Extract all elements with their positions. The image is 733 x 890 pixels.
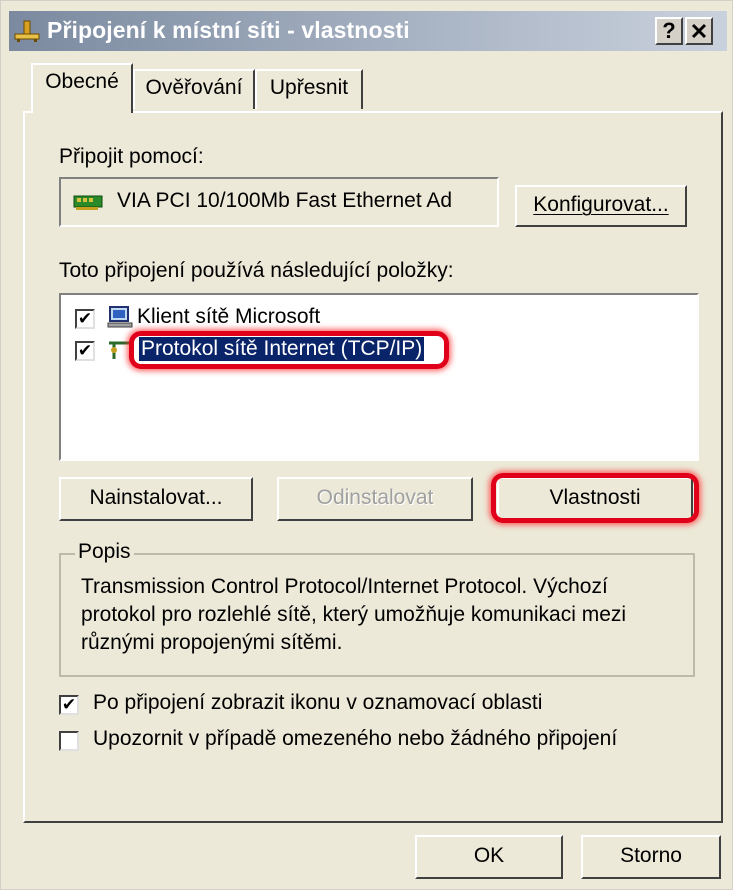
tab-panel-general: Připojit pomocí: VIA PCI 10/100Mb Fast E… <box>23 111 723 823</box>
cancel-button[interactable]: Storno <box>581 835 721 879</box>
uninstall-button[interactable]: Odinstalovat <box>277 477 473 521</box>
tab-advanced[interactable]: Upřesnit <box>255 69 363 109</box>
close-button[interactable] <box>685 17 713 45</box>
show-icon-checkbox[interactable]: ✔ <box>59 695 79 715</box>
network-connection-icon <box>13 19 41 43</box>
configure-button[interactable]: Konfigurovat... <box>515 185 687 227</box>
list-item[interactable]: ✔ Klient sítě Microsoft <box>61 303 661 333</box>
adapter-name: VIA PCI 10/100Mb Fast Ethernet Ad <box>117 189 453 212</box>
properties-button-label: Vlastnosti <box>549 486 641 509</box>
close-icon <box>691 19 707 44</box>
description-text-line3: různými propojenými sítěmi. <box>81 631 343 654</box>
description-text-line1: Transmission Control Protocol/Internet P… <box>81 575 608 598</box>
cancel-button-label: Storno <box>620 844 682 867</box>
client-label: Klient sítě Microsoft <box>137 305 321 328</box>
ok-button[interactable]: OK <box>415 835 563 879</box>
properties-button[interactable]: Vlastnosti <box>497 477 693 521</box>
notify-option[interactable]: Upozornit v případě omezeného nebo žádné… <box>59 727 699 757</box>
connect-using-label: Připojit pomocí: <box>59 145 204 168</box>
computer-network-icon <box>107 305 133 334</box>
configure-button-label: Konfigurovat... <box>533 193 669 216</box>
ok-button-label: OK <box>473 844 505 867</box>
tcpip-checkbox[interactable]: ✔ <box>75 341 95 361</box>
install-button[interactable]: Nainstalovat... <box>59 477 253 521</box>
adapter-field: VIA PCI 10/100Mb Fast Ethernet Ad <box>59 177 499 227</box>
items-label: Toto připojení používá následující polož… <box>59 259 454 282</box>
description-group: Popis Transmission Control Protocol/Inte… <box>59 540 695 677</box>
window-title: Připojení k místní síti - vlastnosti <box>47 17 410 43</box>
notify-checkbox[interactable] <box>59 731 79 751</box>
show-icon-option[interactable]: ✔ Po připojení zobrazit ikonu v oznamova… <box>59 691 679 721</box>
protocol-icon <box>107 339 135 366</box>
tab-authentication[interactable]: Ověřování <box>133 69 255 109</box>
properties-dialog: Připojení k místní síti - vlastnosti ? O… <box>0 0 733 890</box>
uninstall-button-label: Odinstalovat <box>316 486 434 509</box>
show-icon-label: Po připojení zobrazit ikonu v oznamovací… <box>93 691 543 714</box>
list-item[interactable]: ✔ Protokol sítě Internet (TCP/IP) <box>61 335 661 365</box>
tcpip-label: Protokol sítě Internet (TCP/IP) <box>139 337 425 361</box>
components-list[interactable]: ✔ Klient sítě Microsoft ✔ Protokol sítě … <box>59 293 699 461</box>
description-text-line2: protokol pro rozlehlé sítě, který umožňu… <box>81 603 627 626</box>
network-adapter-icon <box>73 193 103 216</box>
help-button[interactable]: ? <box>655 17 683 45</box>
title-bar[interactable]: Připojení k místní síti - vlastnosti ? <box>9 11 727 51</box>
install-button-label: Nainstalovat... <box>89 486 223 509</box>
notify-label: Upozornit v případě omezeného nebo žádné… <box>93 727 618 750</box>
description-title: Popis <box>75 540 134 564</box>
tab-general[interactable]: Obecné <box>31 63 133 113</box>
client-checkbox[interactable]: ✔ <box>75 309 95 329</box>
